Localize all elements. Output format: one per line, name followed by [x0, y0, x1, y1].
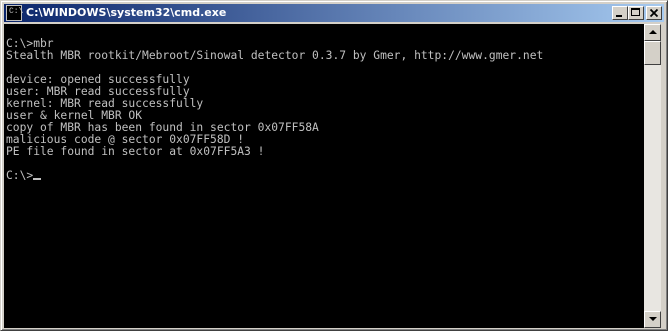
vertical-scrollbar[interactable] [644, 24, 661, 328]
console-icon-prompt: C:\ [9, 7, 24, 16]
text-cursor [33, 178, 42, 180]
scroll-thumb[interactable] [644, 41, 661, 65]
console-icon[interactable]: C:\ [6, 5, 24, 21]
close-button[interactable] [646, 6, 662, 20]
title-bar[interactable]: C:\ C:\WINDOWS\system32\cmd.exe [4, 4, 664, 22]
console-prompt: C:\> [6, 169, 34, 182]
console-text: C:\>mbr Stealth MBR rootkit/Mebroot/Sinow… [6, 38, 543, 182]
maximize-icon [631, 8, 640, 16]
scroll-down-button[interactable] [644, 311, 661, 328]
scroll-up-arrow-icon [649, 30, 657, 34]
scroll-up-button[interactable] [644, 24, 661, 41]
window-title: C:\WINDOWS\system32\cmd.exe [26, 6, 227, 19]
minimize-icon [616, 15, 622, 17]
close-icon [649, 8, 659, 18]
console-line: Stealth MBR rootkit/Mebroot/Sinowal dete… [6, 49, 544, 62]
console-prompt-line: C:\> [6, 170, 543, 182]
minimize-button[interactable] [612, 6, 628, 20]
scroll-down-arrow-icon [649, 317, 657, 321]
maximize-button[interactable] [628, 6, 644, 20]
console-output[interactable]: C:\>mbr Stealth MBR rootkit/Mebroot/Sinow… [4, 24, 644, 328]
console-line: PE file found in sector at 0x07FF5A3 ! [6, 145, 265, 158]
cmd-window: C:\ C:\WINDOWS\system32\cmd.exe C:\>mbr S… [0, 0, 668, 331]
